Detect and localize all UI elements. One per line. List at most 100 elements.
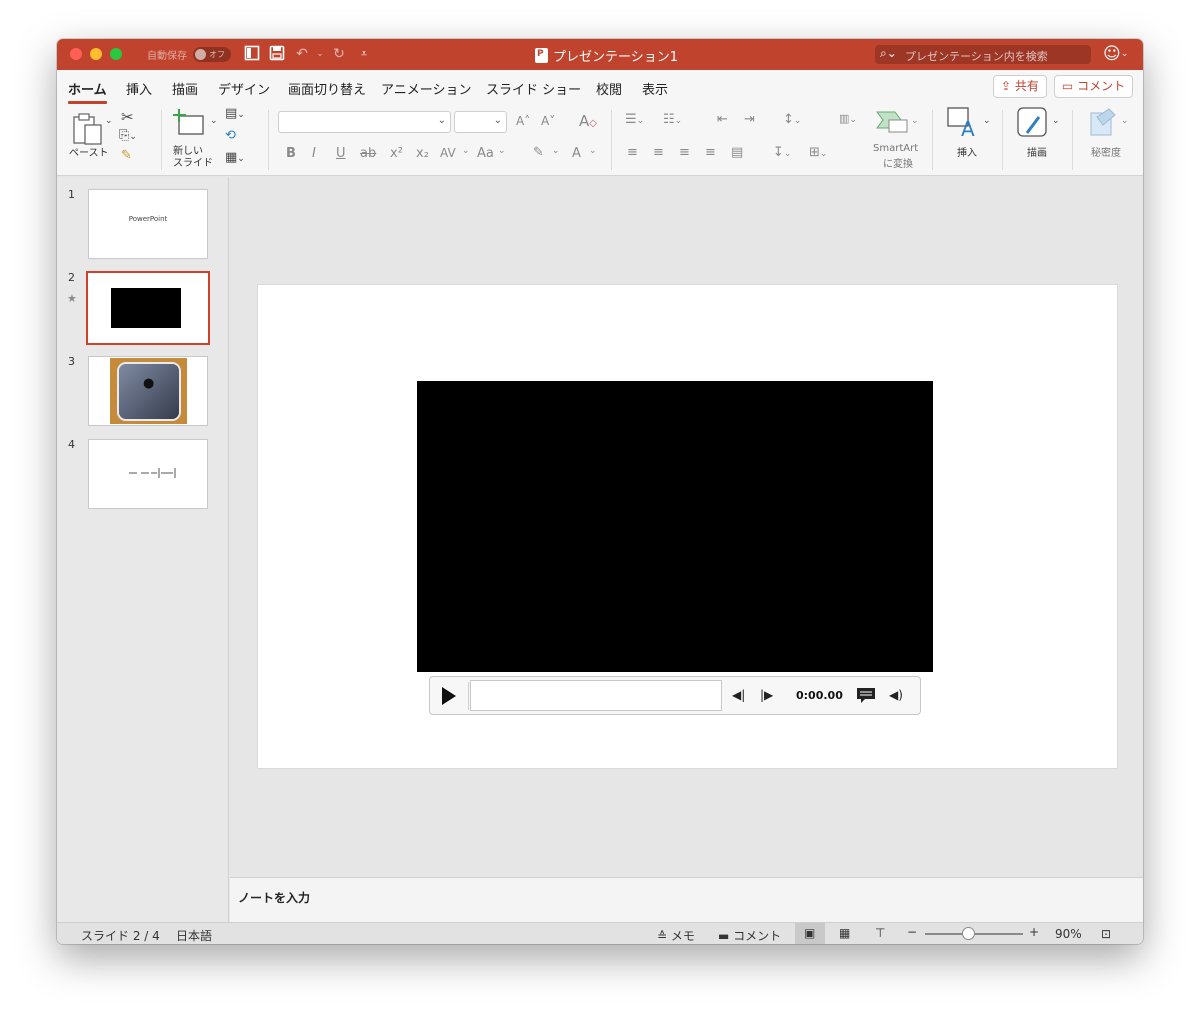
chevron-down-icon[interactable]: ⌄ — [911, 116, 919, 126]
slide-thumbnail-1[interactable]: PowerPoint — [88, 189, 208, 259]
search-input[interactable]: ⌕⌄ プレゼンテーション内を検索 — [875, 45, 1091, 64]
tab-slideshow[interactable]: スライド ショー — [486, 79, 581, 98]
justify-icon[interactable]: ≡ — [705, 145, 716, 160]
slide-thumbnail-3[interactable]: ● — [88, 356, 208, 426]
undo-dropdown-icon[interactable]: ⌄ — [311, 45, 329, 63]
share-button[interactable]: ⇪ 共有 — [993, 75, 1047, 98]
align-center-icon[interactable]: ≡ — [653, 145, 664, 160]
notes-pane[interactable]: ノートを入力 — [230, 877, 1143, 922]
notes-toggle-label: メモ — [670, 929, 695, 943]
superscript-icon[interactable]: x² — [390, 146, 403, 161]
normal-view-button[interactable]: ▣ — [795, 923, 825, 944]
zoom-slider-knob[interactable] — [962, 927, 975, 940]
increase-indent-icon[interactable]: ⇥ — [744, 112, 755, 127]
presenter-view-button[interactable]: ⊤ — [867, 923, 897, 944]
slide-sorter-icon: ▦ — [839, 926, 851, 940]
new-slide-dropdown-icon[interactable]: ⌄ — [210, 116, 218, 126]
slide-sorter-button[interactable]: ▦ — [831, 923, 861, 944]
copy-icon[interactable]: ⎘⌄ — [119, 128, 137, 143]
comments-toggle[interactable]: ▬ コメント — [718, 927, 781, 944]
font-color-icon[interactable]: A — [572, 146, 581, 161]
chevron-down-icon[interactable]: ⌄ — [1052, 116, 1060, 126]
tab-draw[interactable]: 描画 — [172, 79, 198, 98]
close-window-button[interactable] — [70, 48, 82, 60]
grow-font-icon[interactable]: A˄ — [516, 114, 530, 128]
chevron-down-icon[interactable]: ⌄ — [983, 116, 991, 126]
layout-icon[interactable]: ▤⌄ — [225, 106, 245, 121]
highlight-icon[interactable]: ✎ — [533, 145, 544, 160]
shrink-font-icon[interactable]: A˅ — [541, 114, 555, 128]
sensitivity-icon[interactable] — [1089, 107, 1117, 141]
save-icon[interactable] — [268, 45, 286, 63]
cut-icon[interactable]: ✂ — [121, 108, 134, 126]
chevron-down-icon[interactable]: ⌄ — [498, 146, 506, 156]
subscript-icon[interactable]: x₂ — [416, 146, 429, 161]
tab-view[interactable]: 表示 — [642, 79, 668, 98]
decrease-indent-icon[interactable]: ⇤ — [717, 112, 728, 127]
align-text-icon[interactable]: ⊞⌄ — [809, 145, 827, 160]
font-name-select[interactable]: ⌄ — [278, 111, 451, 133]
zoom-in-icon[interactable]: + — [1029, 925, 1039, 939]
zoom-window-button[interactable] — [110, 48, 122, 60]
play-icon[interactable] — [442, 687, 456, 705]
tab-insert[interactable]: 挿入 — [126, 79, 152, 98]
insert-shapes-icon[interactable]: A — [947, 107, 979, 143]
chevron-down-icon[interactable]: ⌄ — [1121, 116, 1129, 126]
redo-icon[interactable]: ↻ — [330, 45, 348, 63]
chevron-down-icon[interactable]: ⌄ — [462, 146, 470, 156]
font-size-select[interactable]: ⌄ — [454, 111, 507, 133]
captions-icon[interactable] — [856, 687, 876, 709]
separator — [268, 110, 269, 170]
autosave-toggle[interactable]: オフ — [193, 47, 231, 62]
sidebar-toggle-icon[interactable] — [243, 45, 261, 63]
clear-formatting-icon[interactable]: A◇ — [579, 112, 597, 130]
italic-icon[interactable]: I — [312, 146, 316, 161]
smartart-icon[interactable] — [875, 108, 909, 138]
chevron-down-icon[interactable]: ⌄ — [589, 146, 597, 156]
notes-toggle[interactable]: ≙ メモ — [657, 927, 695, 944]
align-right-icon[interactable]: ≡ — [679, 145, 690, 160]
columns-icon[interactable]: ▥⌄ — [839, 112, 857, 125]
comment-button[interactable]: ▭ コメント — [1054, 75, 1133, 98]
strikethrough-icon[interactable]: ab — [360, 146, 376, 161]
fit-to-window-icon[interactable]: ⊡ — [1101, 927, 1111, 941]
seek-bar[interactable] — [470, 680, 722, 711]
section-icon[interactable]: ▦⌄ — [225, 150, 245, 165]
current-slide[interactable]: ◀| |▶ 0:00.00 ◀) — [258, 285, 1117, 768]
tab-animations[interactable]: アニメーション — [381, 79, 471, 98]
tab-design[interactable]: デザイン — [218, 79, 270, 98]
distributed-icon[interactable]: ▤ — [731, 145, 743, 160]
underline-icon[interactable]: U — [336, 146, 346, 161]
format-painter-icon[interactable]: ✎ — [121, 148, 132, 163]
align-left-icon[interactable]: ≡ — [627, 145, 638, 160]
language-indicator[interactable]: 日本語 — [176, 927, 212, 944]
minimize-window-button[interactable] — [90, 48, 102, 60]
bullets-icon[interactable]: ☰⌄ — [625, 112, 644, 127]
slide-thumbnail-4[interactable] — [88, 439, 208, 509]
reset-slide-icon[interactable]: ⟲ — [225, 128, 236, 143]
character-spacing-icon[interactable]: AV — [440, 146, 456, 160]
slide-number: 2 — [68, 271, 75, 284]
video-frame[interactable] — [417, 381, 933, 672]
undo-icon[interactable]: ↶ — [293, 45, 311, 63]
bold-icon[interactable]: B — [286, 146, 296, 161]
zoom-out-icon[interactable]: − — [907, 925, 917, 939]
paste-dropdown-icon[interactable]: ⌄ — [105, 116, 113, 126]
step-forward-icon[interactable]: |▶ — [760, 688, 773, 702]
change-case-icon[interactable]: Aa — [477, 146, 494, 161]
numbering-icon[interactable]: ☷⌄ — [663, 112, 682, 127]
tab-review[interactable]: 校閲 — [596, 79, 622, 98]
line-spacing-icon[interactable]: ↕⌄ — [783, 112, 801, 127]
chevron-down-icon[interactable]: ⌄ — [552, 146, 560, 156]
volume-icon[interactable]: ◀) — [889, 688, 903, 702]
text-direction-icon[interactable]: ↧⌄ — [773, 145, 791, 160]
slide-thumbnail-2[interactable] — [86, 271, 210, 345]
tab-transitions[interactable]: 画面切り替え — [288, 79, 366, 98]
draw-icon[interactable] — [1017, 107, 1049, 143]
new-slide-icon[interactable] — [173, 108, 207, 140]
feedback-smiley-icon[interactable]: ☺⌄ — [1103, 44, 1128, 64]
step-back-icon[interactable]: ◀| — [732, 688, 745, 702]
tab-home[interactable]: ホーム — [68, 79, 107, 104]
customize-toolbar-icon[interactable]: ⩡ — [355, 45, 373, 63]
zoom-level[interactable]: 90% — [1055, 927, 1082, 941]
